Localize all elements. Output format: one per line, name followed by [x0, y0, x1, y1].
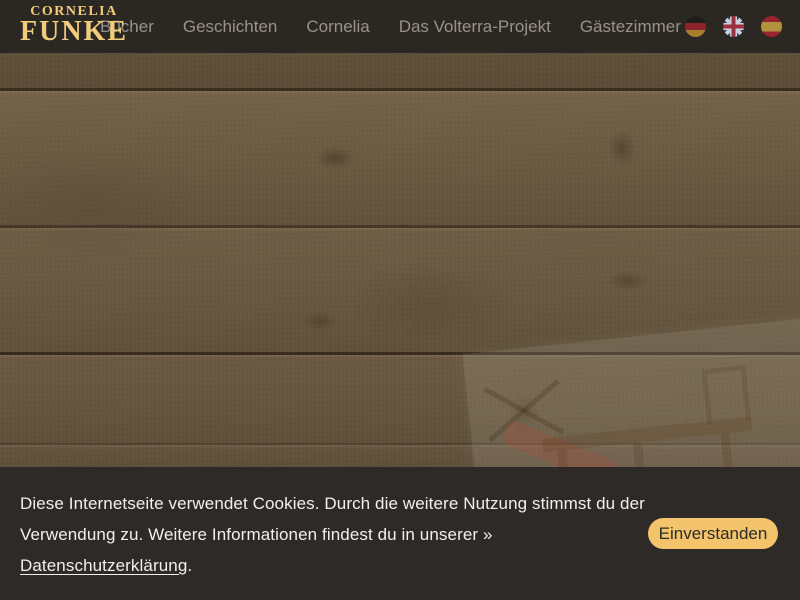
nav-item-geschichten[interactable]: Geschichten — [183, 17, 278, 36]
cookie-message: Diese Internetseite verwendet Cookies. D… — [20, 488, 645, 581]
chair-shape — [702, 365, 752, 425]
nav-item-cornelia[interactable]: Cornelia — [306, 17, 369, 36]
main-menu: Bücher Geschichten Cornelia Das Volterra… — [100, 17, 681, 37]
menu-item: Geschichten — [183, 17, 278, 37]
logo-line-funke: FUNKE — [20, 18, 128, 46]
cookie-consent-banner: Diese Internetseite verwendet Cookies. D… — [0, 467, 800, 600]
cookie-message-line2: Verwendung zu. Weitere Informationen fin… — [20, 519, 645, 550]
menu-item: Cornelia — [306, 17, 369, 37]
language-switcher — [685, 16, 782, 37]
top-navigation-bar: CORNELIA FUNKE Bücher Geschichten Cornel… — [0, 0, 800, 53]
german-flag-icon[interactable] — [685, 16, 706, 37]
sentence-period: . — [187, 556, 192, 575]
cookie-message-line3: Datenschutzerklärung. — [20, 550, 645, 581]
table-leg-shape — [633, 442, 650, 467]
accept-cookies-button[interactable]: Einverstanden — [648, 518, 778, 549]
menu-item: Gästezimmer — [580, 17, 681, 37]
site-logo[interactable]: CORNELIA FUNKE — [20, 5, 128, 46]
spanish-flag-icon[interactable] — [761, 16, 782, 37]
english-flag-icon[interactable] — [723, 16, 744, 37]
cookie-message-line1: Diese Internetseite verwendet Cookies. D… — [20, 488, 645, 519]
table-leg-shape — [720, 433, 737, 467]
menu-item: Das Volterra-Projekt — [399, 17, 551, 37]
hero-wood-background — [0, 53, 800, 467]
nav-item-gaestezimmer[interactable]: Gästezimmer — [580, 17, 681, 36]
nav-item-volterra-projekt[interactable]: Das Volterra-Projekt — [399, 17, 551, 36]
privacy-policy-link[interactable]: Datenschutzerklärung — [20, 556, 187, 575]
